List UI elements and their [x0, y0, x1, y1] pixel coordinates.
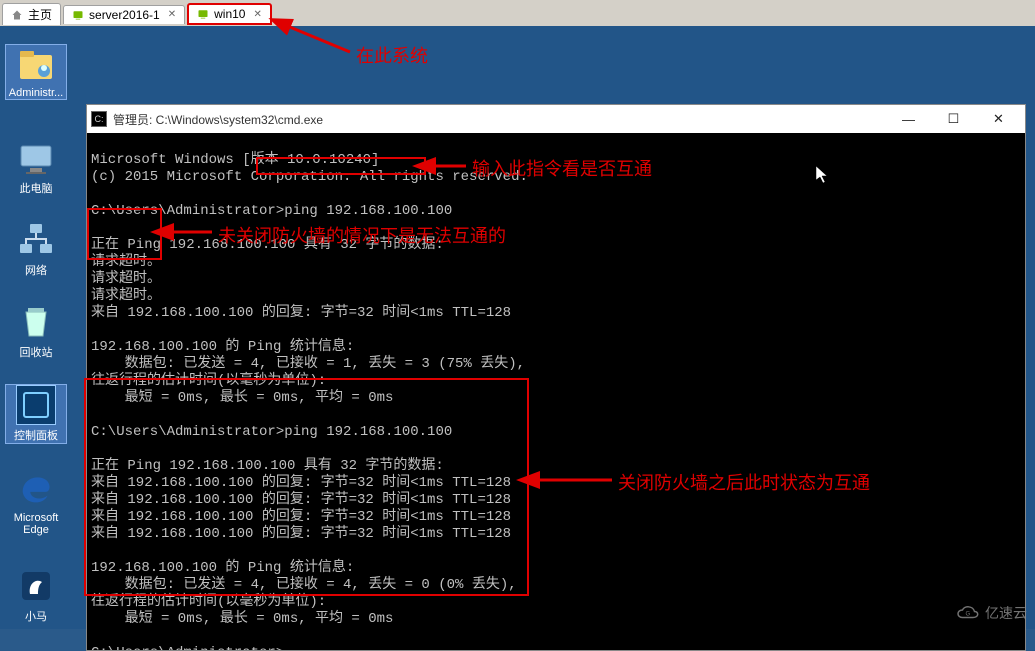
cmd-line: 最短 = 0ms, 最长 = 0ms, 平均 = 0ms — [91, 390, 393, 406]
cmd-line: 请求超时。 — [91, 254, 161, 270]
cmd-line: C:\Users\Administrator>ping 192.168.100.… — [91, 424, 452, 440]
tab-server2016[interactable]: server2016-1 ✕ — [63, 5, 185, 24]
cmd-icon: C: — [91, 111, 107, 127]
tab-home[interactable]: 主页 — [2, 3, 61, 25]
pc-icon — [16, 138, 56, 178]
cmd-line: 192.168.100.100 的 Ping 统计信息: — [91, 339, 354, 355]
desktop-icon-xiaoma[interactable]: 小马 — [5, 566, 67, 624]
cmd-line: 来自 192.168.100.100 的回复: 字节=32 时间<1ms TTL… — [91, 526, 511, 542]
desktop-icon-edge[interactable]: Microsoft Edge — [5, 470, 67, 536]
cmd-line: 请求超时。 — [91, 288, 161, 304]
cmd-line: 数据包: 已发送 = 4, 已接收 = 1, 丢失 = 3 (75% 丢失), — [91, 356, 525, 372]
watermark-text: 亿速云 — [985, 603, 1027, 623]
tab-label: 主页 — [28, 6, 52, 23]
icon-label: Microsoft — [5, 512, 67, 524]
cmd-line: 192.168.100.100 的 Ping 统计信息: — [91, 560, 354, 576]
icon-label: 控制面板 — [6, 427, 66, 443]
minimize-button[interactable]: — — [886, 107, 931, 131]
folder-user-icon — [16, 45, 56, 85]
icon-label: Administr... — [6, 87, 66, 99]
cmd-line: 数据包: 已发送 = 4, 已接收 = 4, 丢失 = 0 (0% 丢失), — [91, 577, 517, 593]
cmd-line: 来自 192.168.100.100 的回复: 字节=32 时间<1ms TTL… — [91, 509, 511, 525]
cmd-line: 正在 Ping 192.168.100.100 具有 32 字节的数据: — [91, 458, 444, 474]
close-icon[interactable]: ✕ — [253, 9, 261, 20]
close-button[interactable]: ✕ — [976, 107, 1021, 131]
maximize-button[interactable]: ☐ — [931, 107, 976, 131]
cmd-line: 正在 Ping 192.168.100.100 具有 32 字节的数据: — [91, 237, 444, 253]
cmd-line: (c) 2015 Microsoft Corporation. All righ… — [91, 169, 528, 185]
edge-icon — [16, 470, 56, 510]
desktop-icon-recycle-bin[interactable]: 回收站 — [5, 302, 67, 360]
window-title-bar[interactable]: C: 管理员: C:\Windows\system32\cmd.exe — ☐ … — [87, 105, 1025, 133]
cmd-line: 往返行程的估计时间(以毫秒为单位): — [91, 373, 326, 389]
network-icon — [16, 220, 56, 260]
control-panel-icon — [16, 385, 56, 425]
cmd-line: C:\Users\Administrator> — [91, 645, 284, 650]
desktop-icon-this-pc[interactable]: 此电脑 — [5, 138, 67, 196]
cmd-line: 来自 192.168.100.100 的回复: 字节=32 时间<1ms TTL… — [91, 475, 511, 491]
vm-icon — [197, 8, 209, 20]
cmd-line: Microsoft Windows [版本 10.0.10240] — [91, 152, 379, 168]
desktop-icon-network[interactable]: 网络 — [5, 220, 67, 278]
tab-label: server2016-1 — [89, 8, 160, 22]
home-icon — [11, 9, 23, 21]
svg-text:G: G — [966, 611, 971, 617]
cmd-line: 请求超时。 — [91, 271, 161, 287]
tab-win10[interactable]: win10 ✕ — [187, 3, 272, 25]
vm-desktop[interactable]: Administr... 此电脑 网络 回收站 控制面板 Microsoft E… — [0, 26, 1035, 629]
watermark: G 亿速云 — [955, 603, 1027, 623]
vm-icon — [72, 9, 84, 21]
icon-label: 回收站 — [5, 344, 67, 360]
window-title: 管理员: C:\Windows\system32\cmd.exe — [113, 111, 323, 128]
vm-tab-bar: 主页 server2016-1 ✕ win10 ✕ — [0, 0, 1035, 26]
icon-label: 小马 — [5, 608, 67, 624]
desktop-icon-control-panel[interactable]: 控制面板 — [5, 384, 67, 444]
app-icon — [16, 566, 56, 606]
close-icon[interactable]: ✕ — [168, 9, 176, 20]
cmd-line: 来自 192.168.100.100 的回复: 字节=32 时间<1ms TTL… — [91, 305, 511, 321]
recycle-bin-icon — [16, 302, 56, 342]
icon-label-2: Edge — [5, 524, 67, 536]
icon-label: 网络 — [5, 262, 67, 278]
tab-label: win10 — [214, 7, 245, 21]
cmd-line: 最短 = 0ms, 最长 = 0ms, 平均 = 0ms — [91, 611, 393, 627]
icon-label: 此电脑 — [5, 180, 67, 196]
cmd-line: 来自 192.168.100.100 的回复: 字节=32 时间<1ms TTL… — [91, 492, 511, 508]
cmd-line: C:\Users\Administrator>ping 192.168.100.… — [91, 203, 452, 219]
cmd-line: 往返行程的估计时间(以毫秒为单位): — [91, 594, 326, 610]
cmd-window: C: 管理员: C:\Windows\system32\cmd.exe — ☐ … — [86, 104, 1026, 651]
desktop-icon-administrator[interactable]: Administr... — [5, 44, 67, 100]
cmd-output[interactable]: Microsoft Windows [版本 10.0.10240] (c) 20… — [87, 133, 1025, 650]
